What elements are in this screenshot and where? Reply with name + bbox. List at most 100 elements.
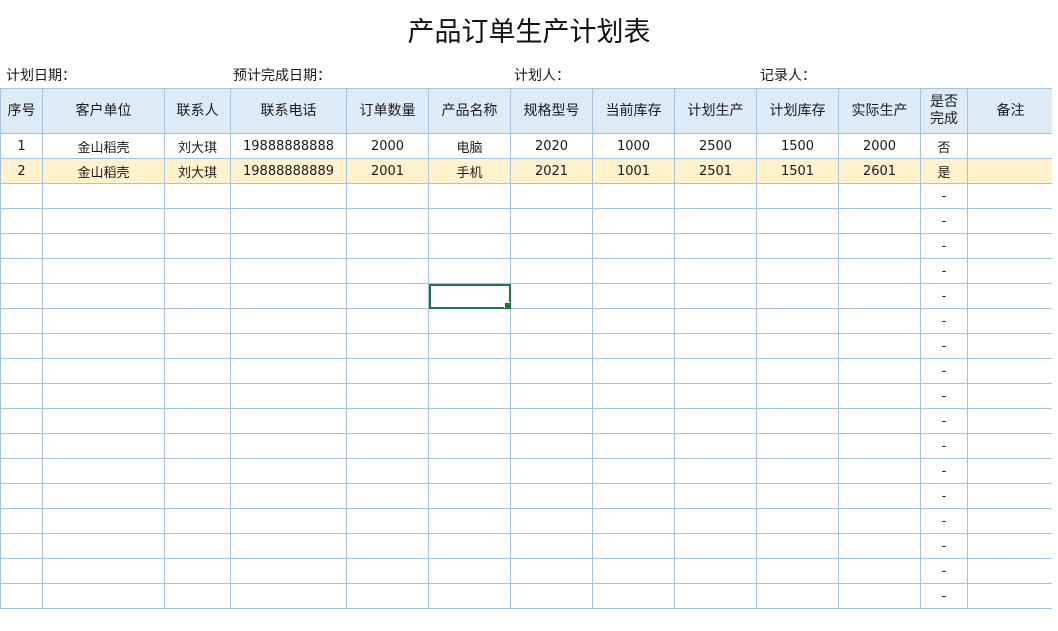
cell-stock[interactable] <box>592 233 675 259</box>
cell-spec[interactable] <box>510 283 593 309</box>
cell-done[interactable]: - <box>920 358 968 384</box>
cell-contact[interactable] <box>164 383 231 409</box>
column-header-phone[interactable]: 联系电话 <box>230 88 347 134</box>
cell-remark[interactable] <box>967 483 1054 509</box>
cell-plan_prod[interactable]: 2501 <box>674 158 757 184</box>
cell-plan_stock[interactable]: 1501 <box>756 158 839 184</box>
cell-spec[interactable] <box>510 333 593 359</box>
cell-stock[interactable] <box>592 508 675 534</box>
cell-seq[interactable] <box>0 383 43 409</box>
cell-order_qty[interactable] <box>346 508 429 534</box>
cell-contact[interactable] <box>164 183 231 209</box>
cell-seq[interactable] <box>0 333 43 359</box>
selected-cell[interactable] <box>428 283 511 309</box>
cell-remark[interactable] <box>967 583 1054 609</box>
cell-product[interactable] <box>428 508 511 534</box>
cell-remark[interactable] <box>967 458 1054 484</box>
cell-seq[interactable] <box>0 308 43 334</box>
cell-seq[interactable]: 2 <box>0 158 43 184</box>
cell-product[interactable] <box>428 408 511 434</box>
cell-seq[interactable] <box>0 233 43 259</box>
cell-order_qty[interactable] <box>346 258 429 284</box>
cell-spec[interactable] <box>510 508 593 534</box>
cell-stock[interactable] <box>592 408 675 434</box>
cell-plan_stock[interactable] <box>756 408 839 434</box>
cell-spec[interactable] <box>510 433 593 459</box>
cell-actual_prod[interactable] <box>838 558 921 584</box>
cell-spec[interactable] <box>510 308 593 334</box>
cell-seq[interactable] <box>0 283 43 309</box>
column-header-plan_prod[interactable]: 计划生产 <box>674 88 757 134</box>
cell-spec[interactable] <box>510 408 593 434</box>
cell-spec[interactable] <box>510 483 593 509</box>
cell-order_qty[interactable] <box>346 408 429 434</box>
cell-order_qty[interactable] <box>346 483 429 509</box>
cell-phone[interactable] <box>230 308 347 334</box>
cell-plan_stock[interactable] <box>756 333 839 359</box>
cell-order_qty[interactable] <box>346 283 429 309</box>
cell-customer[interactable] <box>42 383 165 409</box>
cell-actual_prod[interactable]: 2000 <box>838 133 921 159</box>
cell-actual_prod[interactable] <box>838 358 921 384</box>
cell-stock[interactable] <box>592 258 675 284</box>
cell-contact[interactable] <box>164 458 231 484</box>
cell-phone[interactable] <box>230 183 347 209</box>
cell-product[interactable] <box>428 183 511 209</box>
cell-actual_prod[interactable] <box>838 233 921 259</box>
cell-stock[interactable] <box>592 308 675 334</box>
cell-phone[interactable]: 19888888889 <box>230 158 347 184</box>
column-header-remark[interactable]: 备注 <box>967 88 1054 134</box>
cell-done[interactable]: - <box>920 583 968 609</box>
cell-plan_prod[interactable] <box>674 533 757 559</box>
cell-done[interactable]: - <box>920 508 968 534</box>
cell-order_qty[interactable] <box>346 458 429 484</box>
cell-plan_prod[interactable] <box>674 483 757 509</box>
column-header-customer[interactable]: 客户单位 <box>42 88 165 134</box>
cell-actual_prod[interactable] <box>838 383 921 409</box>
cell-plan_prod[interactable] <box>674 333 757 359</box>
cell-spec[interactable]: 2021 <box>510 158 593 184</box>
cell-done[interactable]: 否 <box>920 133 968 159</box>
cell-contact[interactable] <box>164 308 231 334</box>
cell-done[interactable]: - <box>920 258 968 284</box>
cell-product[interactable] <box>428 558 511 584</box>
cell-plan_prod[interactable] <box>674 433 757 459</box>
cell-spec[interactable] <box>510 458 593 484</box>
cell-stock[interactable]: 1001 <box>592 158 675 184</box>
cell-order_qty[interactable] <box>346 333 429 359</box>
cell-plan_prod[interactable] <box>674 258 757 284</box>
cell-product[interactable] <box>428 383 511 409</box>
cell-actual_prod[interactable] <box>838 408 921 434</box>
cell-plan_prod[interactable] <box>674 558 757 584</box>
cell-phone[interactable] <box>230 433 347 459</box>
cell-seq[interactable] <box>0 408 43 434</box>
cell-phone[interactable] <box>230 283 347 309</box>
cell-customer[interactable] <box>42 333 165 359</box>
cell-done[interactable]: - <box>920 283 968 309</box>
cell-customer[interactable] <box>42 358 165 384</box>
cell-product[interactable] <box>428 333 511 359</box>
cell-remark[interactable] <box>967 358 1054 384</box>
cell-spec[interactable] <box>510 383 593 409</box>
cell-done[interactable]: - <box>920 183 968 209</box>
cell-remark[interactable] <box>967 533 1054 559</box>
cell-customer[interactable] <box>42 508 165 534</box>
cell-done[interactable]: - <box>920 408 968 434</box>
cell-plan_prod[interactable] <box>674 358 757 384</box>
cell-seq[interactable] <box>0 483 43 509</box>
cell-done[interactable]: - <box>920 233 968 259</box>
cell-contact[interactable] <box>164 483 231 509</box>
cell-plan_stock[interactable] <box>756 383 839 409</box>
cell-order_qty[interactable] <box>346 358 429 384</box>
cell-customer[interactable] <box>42 458 165 484</box>
cell-customer[interactable] <box>42 283 165 309</box>
cell-phone[interactable] <box>230 333 347 359</box>
cell-stock[interactable] <box>592 383 675 409</box>
cell-plan_stock[interactable] <box>756 258 839 284</box>
cell-seq[interactable] <box>0 458 43 484</box>
cell-remark[interactable] <box>967 283 1054 309</box>
cell-done[interactable]: - <box>920 433 968 459</box>
cell-contact[interactable] <box>164 433 231 459</box>
cell-plan_prod[interactable] <box>674 383 757 409</box>
cell-seq[interactable] <box>0 433 43 459</box>
